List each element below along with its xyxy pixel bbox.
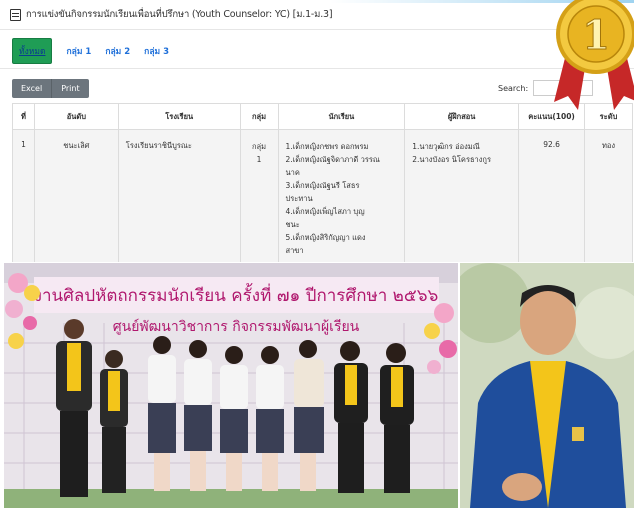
trainer-line: 2.นางบังอร นิโครธางกูร xyxy=(412,155,491,164)
col-header-students[interactable]: นักเรียน xyxy=(277,103,406,130)
tab-group-2[interactable]: กลุ่ม 2 xyxy=(105,44,130,58)
person-2 xyxy=(100,350,128,493)
cell-students: 1.เด็กหญิงกชพร ดอกพรม 2.เด็กหญิงณัฐจิดาภ… xyxy=(277,129,406,262)
page-header: การแข่งขันกิจกรรมนักเรียนเพื่อนที่ปรึกษา… xyxy=(0,0,634,30)
medal-number: 1 xyxy=(582,12,610,59)
cell-no: 1 xyxy=(12,129,35,262)
tab-group-1[interactable]: กลุ่ม 1 xyxy=(66,44,91,58)
cell-school: โรงเรียนราชินีบูรณะ xyxy=(117,129,241,262)
col-header-trainers[interactable]: ผู้ฝึกสอน xyxy=(404,103,520,130)
portrait-badge xyxy=(572,427,584,441)
tab-group-3[interactable]: กลุ่ม 3 xyxy=(144,44,169,58)
export-button-group: Excel Print xyxy=(12,79,89,98)
excel-button[interactable]: Excel xyxy=(12,79,52,98)
group-photo: งานศิลปหัตถกรรมนักเรียน ครั้งที่ ๗๑ ปีกา… xyxy=(4,263,458,508)
search-label: Search: xyxy=(498,83,529,93)
person-8 xyxy=(334,341,368,493)
print-button[interactable]: Print xyxy=(51,79,89,98)
group-number: 1 xyxy=(256,155,262,164)
col-header-rank[interactable]: อันดับ xyxy=(33,103,119,130)
cell-trainers: 1.นายวุฒิกร อ่องมณี 2.นางบังอร นิโครธางก… xyxy=(404,129,520,262)
student-line: สาขา xyxy=(285,246,304,255)
person-9 xyxy=(380,343,414,493)
tabs-divider xyxy=(0,68,634,69)
portrait-hands xyxy=(502,473,542,501)
group-tabs: ทั้งหมด กลุ่ม 1 กลุ่ม 2 กลุ่ม 3 xyxy=(12,38,183,64)
table-header-row: ที่ อันดับ โรงเรียน กลุ่ม นักเรียน ผู้ฝึ… xyxy=(12,103,633,130)
col-header-group[interactable]: กลุ่ม xyxy=(239,103,279,130)
student-line: 4.เด็กหญิงเพ็ญไสภา บุญ xyxy=(285,207,365,216)
cell-score: 92.6 xyxy=(518,129,586,262)
portrait-photo xyxy=(460,263,634,508)
col-header-no[interactable]: ที่ xyxy=(12,103,35,130)
cell-level: ทอง xyxy=(584,129,633,262)
page-title: การแข่งขันกิจกรรมนักเรียนเพื่อนที่ปรึกษา… xyxy=(26,9,333,20)
table-row: 1 ชนะเลิศ โรงเรียนราชินีบูรณะ กลุ่ม 1 1.… xyxy=(12,129,633,262)
banner-line-1: งานศิลปหัตถกรรมนักเรียน ครั้งที่ ๗๑ ปีกา… xyxy=(34,283,439,306)
banner-line-2: ศูนย์พัฒนาวิชาการ กิจกรรมพัฒนาผู้เรียน xyxy=(113,318,360,335)
tab-all[interactable]: ทั้งหมด xyxy=(12,38,53,64)
student-line: 1.เด็กหญิงกชพร ดอกพรม xyxy=(285,142,369,151)
col-header-school[interactable]: โรงเรียน xyxy=(117,103,241,130)
cell-rank: ชนะเลิศ xyxy=(33,129,119,262)
cell-group: กลุ่ม 1 xyxy=(239,129,279,262)
student-line: นาค xyxy=(285,168,300,177)
student-line: ประทาน xyxy=(285,194,313,203)
person-1 xyxy=(56,319,92,497)
document-icon xyxy=(10,8,21,21)
group-label: กลุ่ม xyxy=(252,142,267,151)
student-line: ชนะ xyxy=(285,220,300,229)
student-line: 2.เด็กหญิงณัฐจิดาภาดี วรรณ xyxy=(285,155,380,164)
gold-medal-icon: 1 xyxy=(554,0,634,110)
results-table: ที่ อันดับ โรงเรียน กลุ่ม นักเรียน ผู้ฝึ… xyxy=(12,103,633,262)
student-line: 3.เด็กหญิงณัฐนรี โสธร xyxy=(285,181,360,190)
trainer-line: 1.นายวุฒิกร อ่องมณี xyxy=(412,142,480,151)
student-line: 5.เด็กหญิงสิริกัญญา แดง xyxy=(285,233,366,242)
